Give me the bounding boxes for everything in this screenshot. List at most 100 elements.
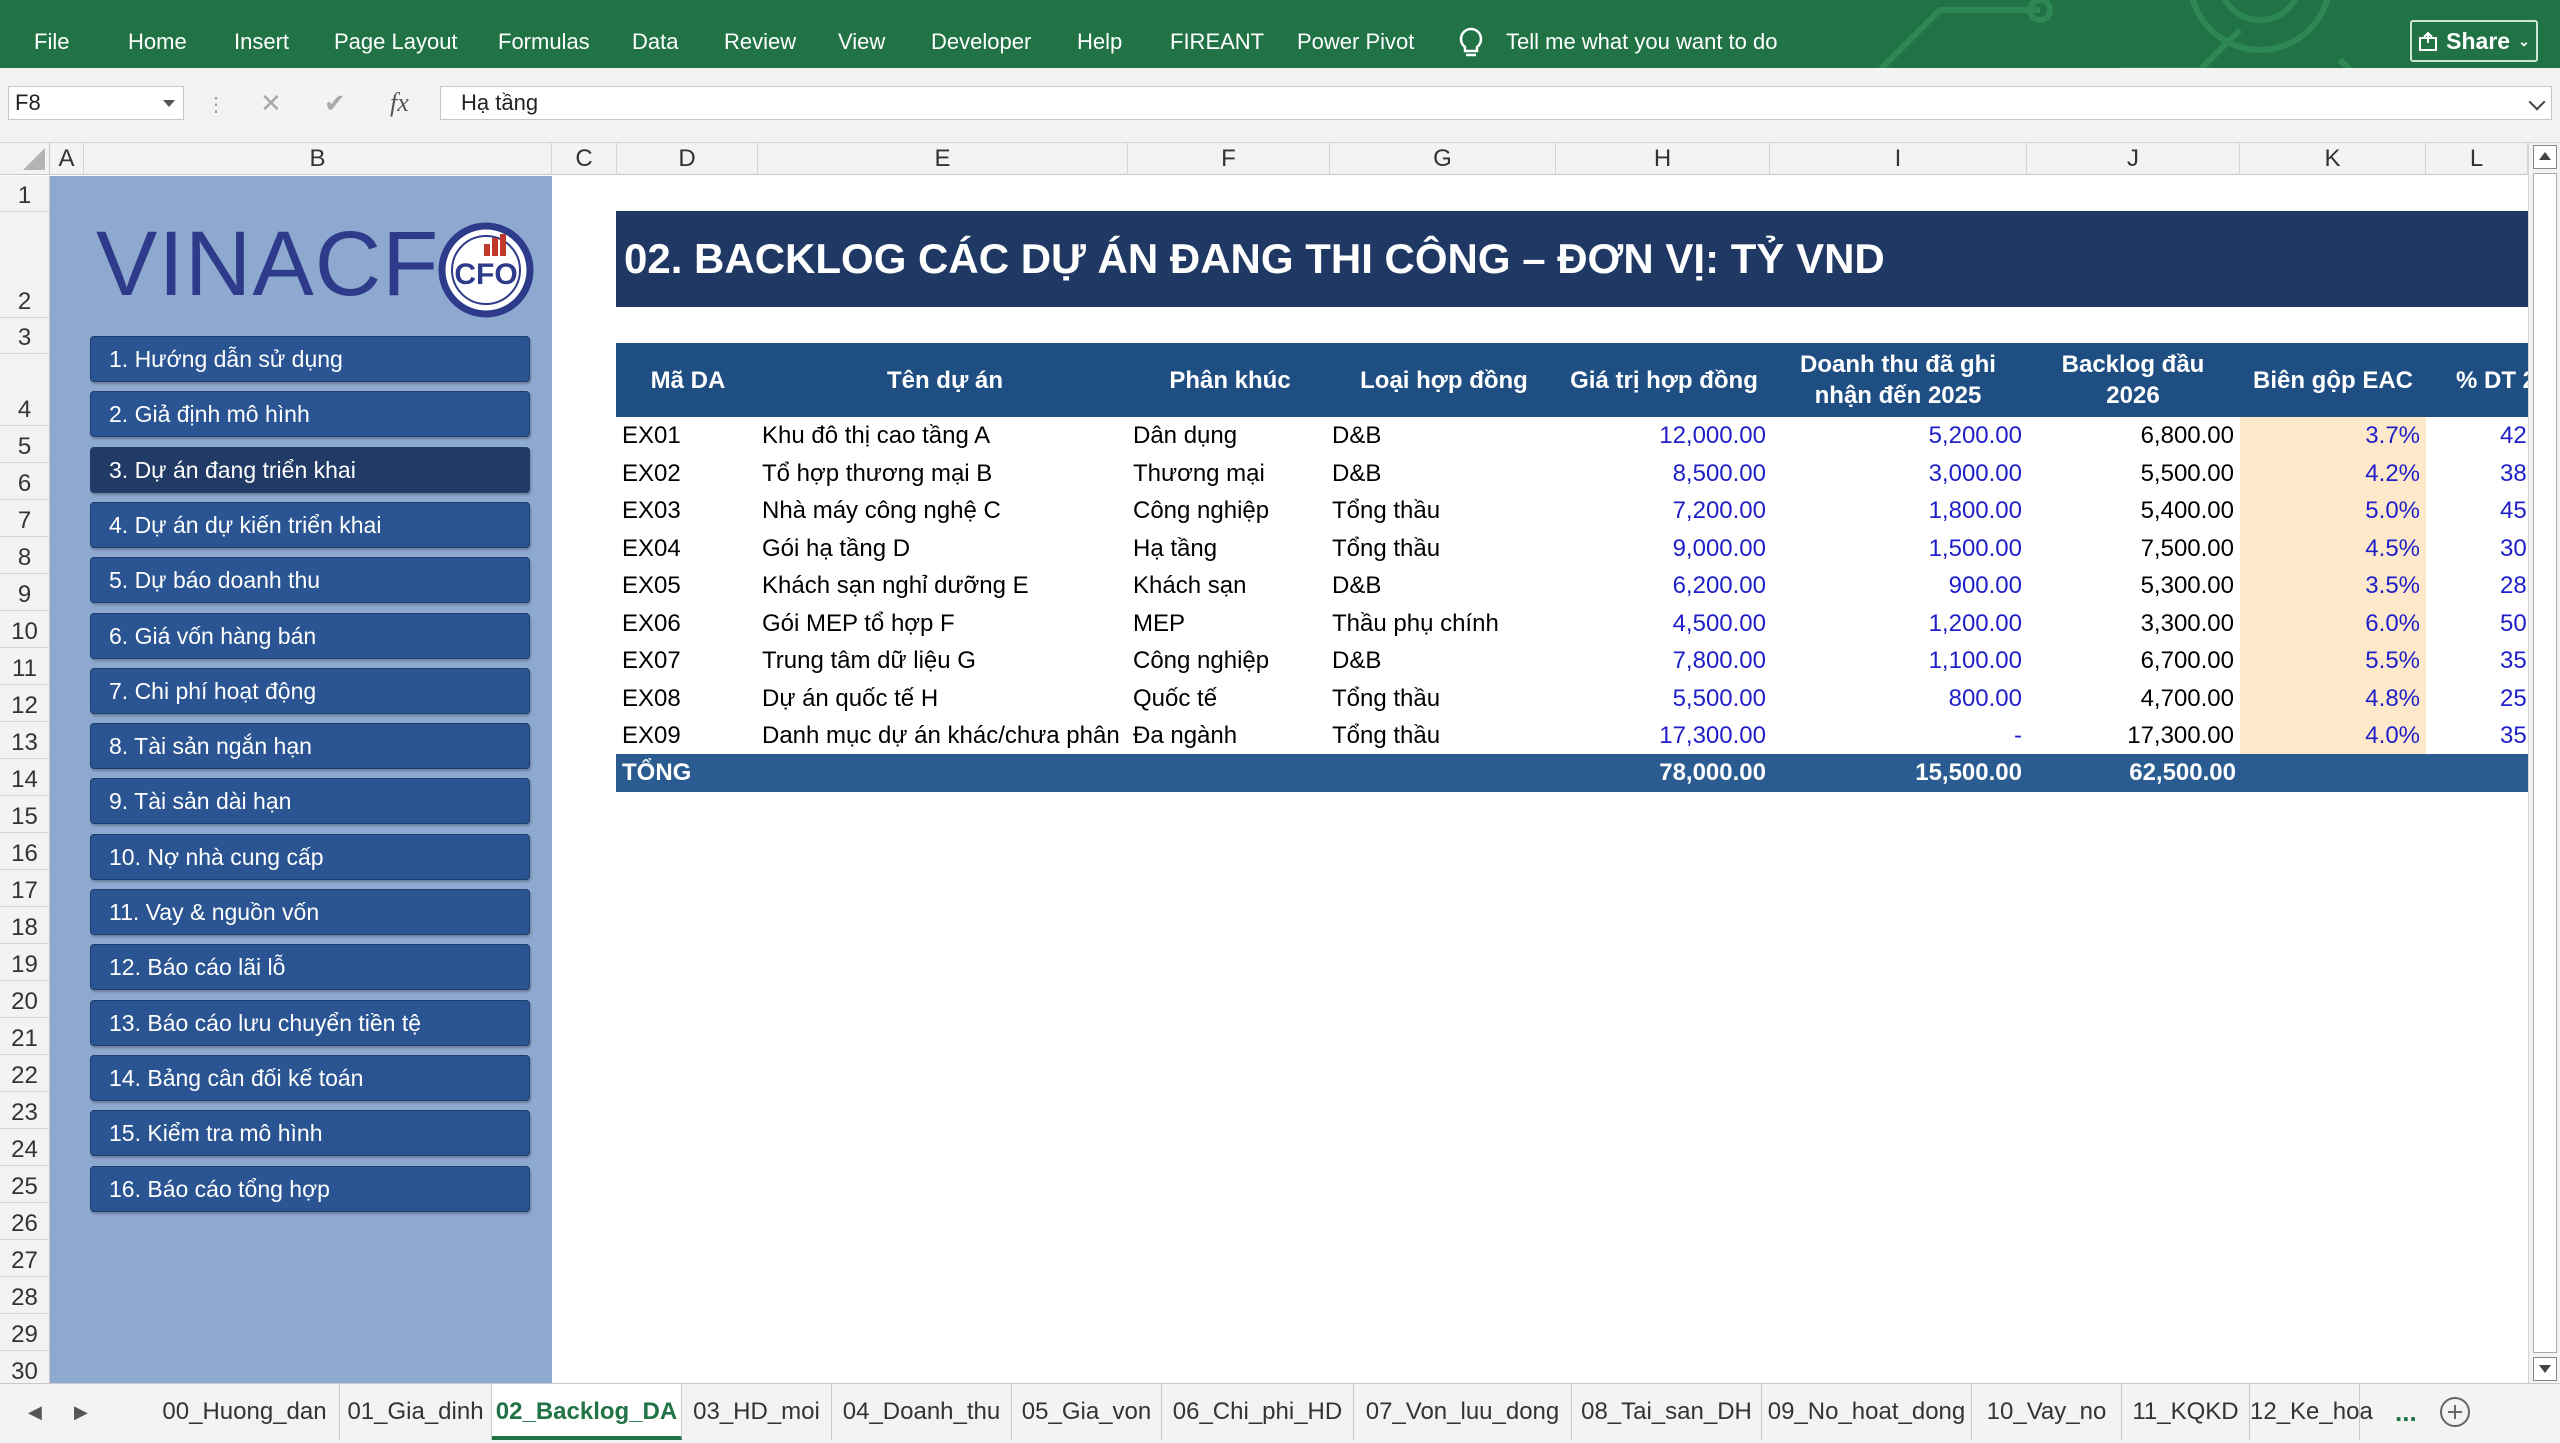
- cell-margin[interactable]: 4.8%: [2242, 680, 2420, 717]
- formula-input[interactable]: Hạ tầng: [440, 86, 2552, 120]
- cell-project-name[interactable]: Tổ hợp thương mại B: [762, 455, 1132, 492]
- ribbon-tab-review[interactable]: Review: [724, 0, 796, 68]
- row-header-23[interactable]: 23: [0, 1092, 50, 1129]
- column-header-l[interactable]: L: [2426, 143, 2528, 175]
- cell-backlog[interactable]: 5,300.00: [2028, 567, 2234, 604]
- cell-project-name[interactable]: Trung tâm dữ liệu G: [762, 642, 1132, 679]
- ribbon-tab-power-pivot[interactable]: Power Pivot: [1297, 0, 1414, 68]
- column-header-g[interactable]: G: [1330, 143, 1556, 175]
- ribbon-tab-formulas[interactable]: Formulas: [498, 0, 590, 68]
- table-row[interactable]: EX04 Gói hạ tầng D Hạ tầng Tổng thầu 9,000.0…: [0, 530, 2528, 567]
- cell-contract-value[interactable]: 4,500.00: [1558, 605, 1766, 642]
- scroll-thumb[interactable]: [2533, 173, 2557, 1353]
- more-tabs-icon[interactable]: ...: [2395, 1384, 2417, 1440]
- table-row[interactable]: EX02 Tổ hợp thương mại B Thương mại D&B 8,50…: [0, 455, 2528, 492]
- nav-button-16[interactable]: 16. Báo cáo tổng hợp: [90, 1165, 530, 1212]
- cell-code[interactable]: EX01: [622, 417, 752, 454]
- row-header-22[interactable]: 22: [0, 1055, 50, 1092]
- cell-project-name[interactable]: Gói MEP tổ hợp F: [762, 605, 1132, 642]
- table-row[interactable]: EX06 Gói MEP tổ hợp F MEP Thầu phụ chính 4,5…: [0, 605, 2528, 642]
- row-header-1[interactable]: 1: [0, 176, 50, 212]
- ribbon-tab-developer[interactable]: Developer: [931, 0, 1031, 68]
- sheet-tab-5[interactable]: 05_Gia_von: [1012, 1384, 1162, 1440]
- cell-contract-type[interactable]: D&B: [1332, 567, 1556, 604]
- row-header-30[interactable]: 30: [0, 1351, 50, 1383]
- sheet-tab-12[interactable]: 12_Ke_hoa: [2250, 1384, 2373, 1440]
- insert-function-icon[interactable]: fx: [390, 86, 409, 120]
- cell-pct-dt[interactable]: 35: [2500, 642, 2526, 679]
- cell-pct-dt[interactable]: 42: [2500, 417, 2526, 454]
- cell-revenue[interactable]: 5,200.00: [1772, 417, 2022, 454]
- ribbon-tab-help[interactable]: Help: [1077, 0, 1122, 68]
- cell-segment[interactable]: Thương mại: [1133, 455, 1329, 492]
- sheet-tab-11[interactable]: 11_KQKD: [2122, 1384, 2250, 1440]
- cell-code[interactable]: EX06: [622, 605, 752, 642]
- cell-pct-dt[interactable]: 50: [2500, 605, 2526, 642]
- cell-contract-value[interactable]: 7,800.00: [1558, 642, 1766, 679]
- column-header-i[interactable]: I: [1770, 143, 2027, 175]
- cell-backlog[interactable]: 4,700.00: [2028, 680, 2234, 717]
- name-box-dropdown-icon[interactable]: [163, 100, 175, 107]
- cell-revenue[interactable]: 1,200.00: [1772, 605, 2022, 642]
- ribbon-tab-data[interactable]: Data: [632, 0, 678, 68]
- row-header-16[interactable]: 16: [0, 833, 50, 870]
- row-header-28[interactable]: 28: [0, 1277, 50, 1314]
- formula-bar-grip-icon[interactable]: ⋮: [206, 92, 226, 117]
- table-row[interactable]: EX09 Danh mục dự án khác/chưa phân Đa ngàn…: [0, 717, 2528, 754]
- column-header-j[interactable]: J: [2027, 143, 2240, 175]
- cell-contract-type[interactable]: Tổng thầu: [1332, 530, 1556, 567]
- sheet-tab-6[interactable]: 06_Chi_phi_HD: [1162, 1384, 1354, 1440]
- cell-backlog[interactable]: 17,300.00: [2028, 717, 2234, 754]
- add-sheet-icon[interactable]: [2440, 1397, 2470, 1427]
- cell-contract-value[interactable]: 6,200.00: [1558, 567, 1766, 604]
- nav-button-13[interactable]: 13. Báo cáo lưu chuyển tiền tệ: [90, 999, 530, 1046]
- cell-pct-dt[interactable]: 45: [2500, 492, 2526, 529]
- cell-revenue[interactable]: 1,500.00: [1772, 530, 2022, 567]
- column-header-f[interactable]: F: [1128, 143, 1330, 175]
- row-header-3[interactable]: 3: [0, 318, 50, 354]
- cell-code[interactable]: EX02: [622, 455, 752, 492]
- scroll-up-icon[interactable]: [2533, 145, 2557, 169]
- select-all-corner[interactable]: [0, 143, 50, 175]
- row-header-4[interactable]: 4: [0, 354, 50, 426]
- cell-segment[interactable]: Công nghiệp: [1133, 642, 1329, 679]
- vertical-scrollbar[interactable]: [2528, 143, 2560, 1383]
- cell-contract-value[interactable]: 7,200.00: [1558, 492, 1766, 529]
- ribbon-tab-insert[interactable]: Insert: [234, 0, 289, 68]
- sheet-tab-4[interactable]: 04_Doanh_thu: [832, 1384, 1012, 1440]
- cell-code[interactable]: EX05: [622, 567, 752, 604]
- sheet-tab-7[interactable]: 07_Von_luu_dong: [1354, 1384, 1572, 1440]
- cell-pct-dt[interactable]: 38: [2500, 455, 2526, 492]
- column-header-k[interactable]: K: [2240, 143, 2426, 175]
- row-header-26[interactable]: 26: [0, 1203, 50, 1240]
- row-header-21[interactable]: 21: [0, 1018, 50, 1055]
- row-header-25[interactable]: 25: [0, 1166, 50, 1203]
- nav-button-14[interactable]: 14. Bảng cân đối kế toán: [90, 1054, 530, 1101]
- cell-project-name[interactable]: Dự án quốc tế H: [762, 680, 1132, 717]
- column-header-e[interactable]: E: [758, 143, 1128, 175]
- cell-contract-value[interactable]: 5,500.00: [1558, 680, 1766, 717]
- row-header-24[interactable]: 24: [0, 1129, 50, 1166]
- cell-segment[interactable]: MEP: [1133, 605, 1329, 642]
- scroll-tabs-right-icon[interactable]: ▶: [74, 1402, 88, 1423]
- table-row[interactable]: EX03 Nhà máy công nghệ C Công nghiệp Tổng t…: [0, 492, 2528, 529]
- column-header-a[interactable]: A: [50, 143, 84, 175]
- cell-pct-dt[interactable]: 25: [2500, 680, 2526, 717]
- cell-backlog[interactable]: 6,700.00: [2028, 642, 2234, 679]
- sheet-tab-10[interactable]: 10_Vay_no: [1972, 1384, 2122, 1440]
- ribbon-tab-home[interactable]: Home: [128, 0, 187, 68]
- share-button[interactable]: Share ⌄: [2410, 20, 2538, 62]
- cell-margin[interactable]: 5.5%: [2242, 642, 2420, 679]
- cell-contract-value[interactable]: 17,300.00: [1558, 717, 1766, 754]
- cell-pct-dt[interactable]: 28: [2500, 567, 2526, 604]
- cell-contract-value[interactable]: 12,000.00: [1558, 417, 1766, 454]
- cell-backlog[interactable]: 5,400.00: [2028, 492, 2234, 529]
- table-row[interactable]: EX07 Trung tâm dữ liệu G Công nghiệp D&B 7,8…: [0, 642, 2528, 679]
- cell-revenue[interactable]: -: [1772, 717, 2022, 754]
- cell-contract-value[interactable]: 8,500.00: [1558, 455, 1766, 492]
- cell-margin[interactable]: 6.0%: [2242, 605, 2420, 642]
- tell-me-search[interactable]: Tell me what you want to do: [1506, 0, 1777, 68]
- row-header-20[interactable]: 20: [0, 981, 50, 1018]
- cell-revenue[interactable]: 1,100.00: [1772, 642, 2022, 679]
- cell-project-name[interactable]: Khu đô thị cao tầng A: [762, 417, 1132, 454]
